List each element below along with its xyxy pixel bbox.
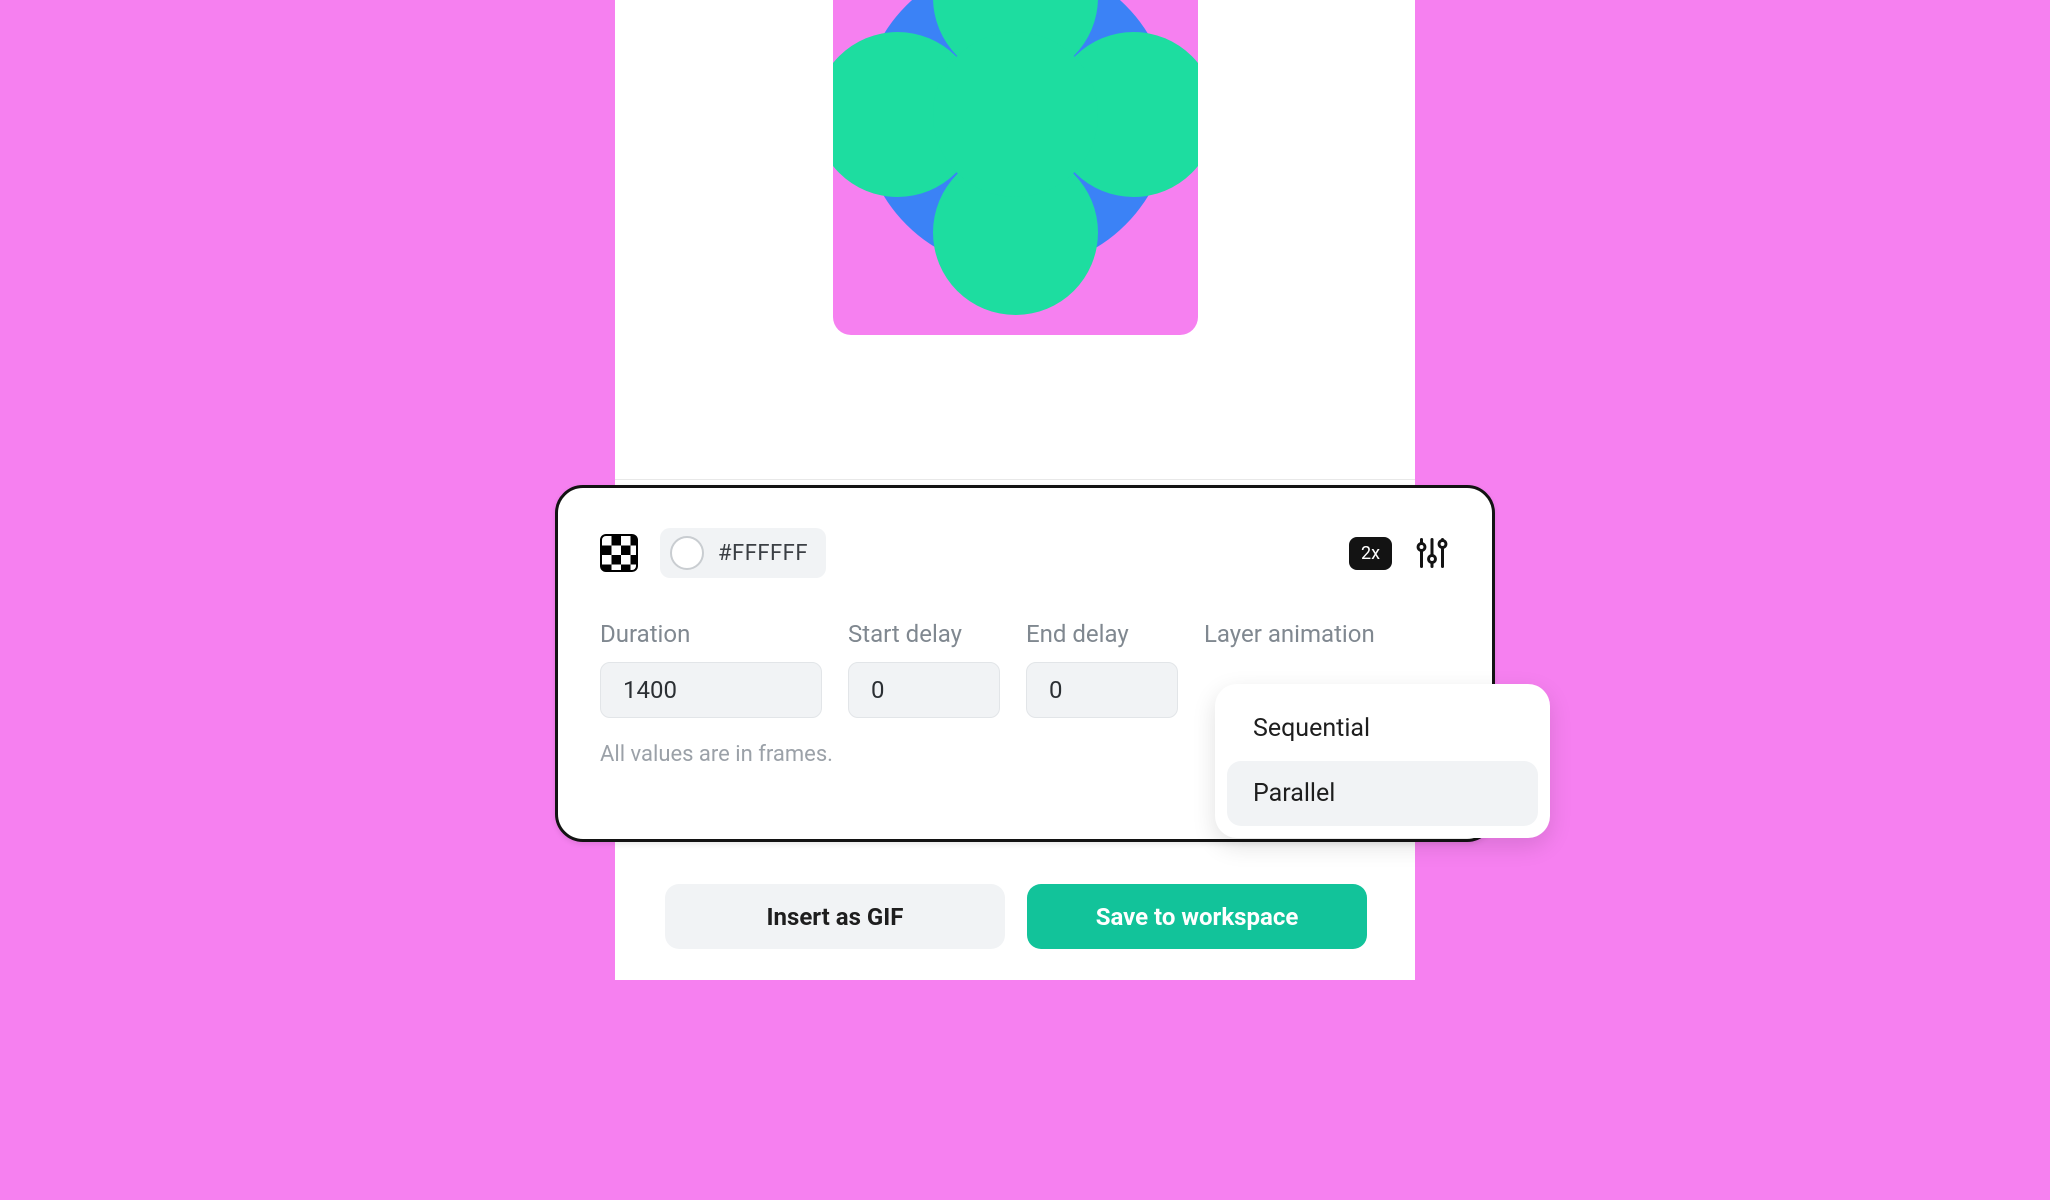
- sliders-icon[interactable]: [1414, 535, 1450, 571]
- scale-badge-label: 2x: [1361, 543, 1380, 564]
- end-delay-field-group: End delay: [1026, 620, 1178, 718]
- dropdown-option-label: Parallel: [1253, 779, 1335, 808]
- start-delay-label: Start delay: [848, 620, 1000, 648]
- color-hex-value: #FFFFFF: [718, 541, 808, 566]
- color-swatch-icon: [670, 536, 704, 570]
- duration-field-group: Duration: [600, 620, 822, 718]
- dropdown-option-label: Sequential: [1253, 714, 1370, 743]
- preview-tile: [833, 0, 1198, 335]
- preview-area: [615, 0, 1415, 480]
- background-color-chip[interactable]: #FFFFFF: [660, 528, 826, 578]
- end-delay-label: End delay: [1026, 620, 1178, 648]
- insert-as-gif-button[interactable]: Insert as GIF: [665, 884, 1005, 949]
- start-delay-field-group: Start delay: [848, 620, 1000, 718]
- insert-button-label: Insert as GIF: [767, 903, 904, 931]
- end-delay-input[interactable]: [1026, 662, 1178, 718]
- settings-top-row: #FFFFFF 2x: [600, 528, 1450, 578]
- layer-animation-dropdown: Sequential Parallel: [1215, 684, 1550, 838]
- transparency-icon[interactable]: [600, 534, 638, 572]
- start-delay-input[interactable]: [848, 662, 1000, 718]
- save-button-label: Save to workspace: [1096, 903, 1299, 931]
- shape-green-center: [933, 32, 1098, 197]
- scale-badge[interactable]: 2x: [1349, 537, 1392, 570]
- dropdown-option-parallel[interactable]: Parallel: [1227, 761, 1538, 826]
- action-buttons-row: Insert as GIF Save to workspace: [665, 884, 1367, 949]
- duration-label: Duration: [600, 620, 822, 648]
- right-controls: 2x: [1349, 535, 1450, 571]
- duration-input[interactable]: [600, 662, 822, 718]
- save-to-workspace-button[interactable]: Save to workspace: [1027, 884, 1367, 949]
- layer-animation-label: Layer animation: [1204, 620, 1375, 648]
- dropdown-option-sequential[interactable]: Sequential: [1227, 696, 1538, 761]
